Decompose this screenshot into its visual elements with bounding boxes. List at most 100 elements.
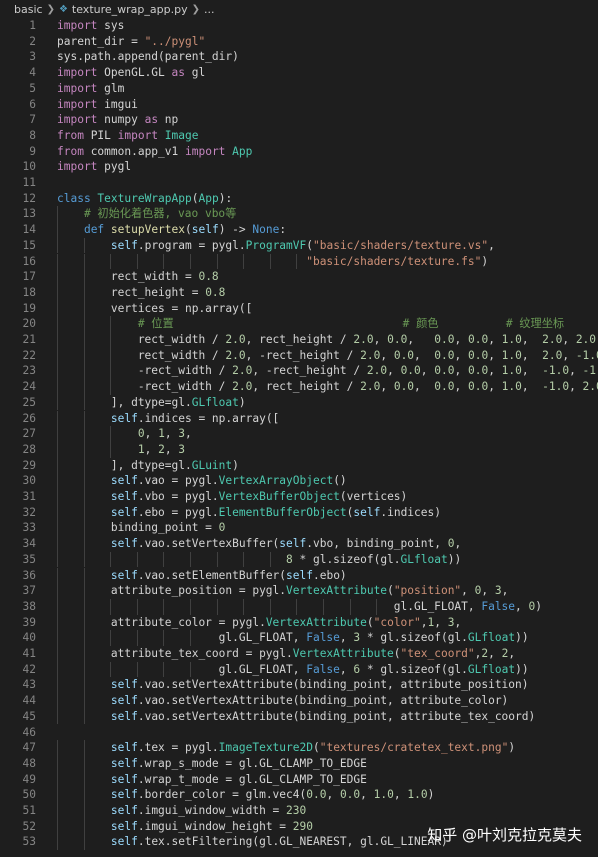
code-token: ,	[144, 427, 159, 441]
code-line[interactable]: 45 self.vao.setVertexAttribute(binding_p…	[0, 708, 598, 725]
code-token: App	[225, 144, 253, 158]
code-line[interactable]: 37 attribute_position = pygl.VertexAttri…	[0, 583, 598, 599]
code-line[interactable]: 24 -rect_width / 2.0, rect_height / 2.0,…	[0, 379, 598, 395]
code-line[interactable]: 46	[0, 725, 598, 741]
code-line[interactable]: 18 rect_height = 0.8	[0, 284, 598, 301]
code-line[interactable]: 29 ], dtype=gl.GLuint)	[0, 457, 598, 474]
code-token: (	[306, 238, 313, 252]
code-token: 2.0	[542, 348, 563, 362]
code-token: self	[110, 694, 138, 708]
code-token: TextureWrapApp	[90, 191, 192, 205]
code-line[interactable]: 6 import imgui	[0, 97, 598, 113]
line-number: 33	[22, 521, 36, 535]
code-token: ,	[521, 380, 543, 394]
code-line[interactable]: 13 # 初始化着色器, vao vbo等	[0, 206, 598, 223]
code-line[interactable]: 27 0, 1, 3,	[0, 426, 598, 442]
code-line[interactable]: 31 self.vbo = pygl.VertexBufferObject(ve…	[0, 489, 598, 505]
code-text: self.tex.setFiltering(gl.GL_NEAREST, gl.…	[57, 834, 448, 850]
code-line[interactable]: 51 self.imgui_window_width = 230	[0, 803, 598, 819]
code-text: "basic/shaders/texture.fs")	[57, 254, 488, 270]
code-token: 3	[494, 584, 502, 598]
code-editor[interactable]: 1 import sys 2 parent_dir = "../pygl" 3 sys.p…	[0, 18, 598, 857]
code-line[interactable]: 42 gl.GL_FLOAT, False, 6 * gl.sizeof(gl.…	[0, 661, 598, 678]
code-line[interactable]: 39 attribute_color = pygl.VertexAttribut…	[0, 614, 598, 631]
code-line[interactable]: 44 self.vao.setVertexAttribute(binding_p…	[0, 693, 598, 709]
code-token: ()	[333, 474, 347, 488]
code-token: )	[481, 254, 489, 268]
code-token: 0.0	[434, 380, 455, 394]
code-line[interactable]: 36 self.vao.setElementBuffer(self.ebo)	[0, 567, 598, 584]
code-line[interactable]: 21 rect_width / 2.0, rect_height / 2.0, …	[0, 332, 598, 348]
code-token: -1.0	[582, 364, 598, 378]
code-line[interactable]: 26 self.indices = np.array([	[0, 410, 598, 427]
breadcrumb-symbol[interactable]: ...	[204, 3, 215, 16]
code-token: 1.0	[501, 380, 522, 394]
code-token: ], dtype=gl.	[57, 458, 192, 472]
code-token: 2.0	[542, 333, 563, 346]
code-line[interactable]: 28 1, 2, 3	[0, 441, 598, 458]
code-line[interactable]: 38 gl.GL_FLOAT, False, 0)	[0, 598, 598, 615]
breadcrumb-file[interactable]: texture_wrap_app.py	[72, 3, 188, 16]
code-line[interactable]: 40 gl.GL_FLOAT, False, 3 * gl.sizeof(gl.…	[0, 630, 598, 646]
code-line[interactable]: 15 self.program = pygl.ProgramVF("basic/…	[0, 237, 598, 254]
code-line[interactable]: 23 -rect_width / 2.0, -rect_height / 2.0…	[0, 363, 598, 380]
code-token: ,	[185, 427, 192, 441]
code-line[interactable]: 43 self.vao.setVertexAttribute(binding_p…	[0, 677, 598, 694]
code-token: .tex.setFiltering(gl.GL_NEAREST, gl.GL_L…	[137, 835, 448, 849]
code-token: 0.0	[306, 788, 327, 802]
code-line[interactable]: 49 self.wrap_t_mode = gl.GL_CLAMP_TO_EDG…	[0, 771, 598, 788]
code-line[interactable]: 48 self.wrap_s_mode = gl.GL_CLAMP_TO_EDG…	[0, 755, 598, 772]
code-line[interactable]: 17 rect_width = 0.8	[0, 269, 598, 285]
code-token: gl.GL_FLOAT,	[57, 631, 307, 645]
code-line[interactable]: 16 "basic/shaders/texture.fs")	[0, 253, 598, 270]
code-token: self	[110, 756, 138, 770]
code-line[interactable]: 47 self.tex = pygl.ImageTexture2D("textu…	[0, 740, 598, 756]
code-token: 2.0	[366, 364, 388, 378]
code-token: 2.0	[353, 333, 374, 346]
breadcrumb-folder[interactable]: basic	[14, 3, 43, 16]
code-text: self.imgui_window_height = 290	[57, 819, 313, 835]
line-number: 32	[22, 505, 36, 519]
code-line[interactable]: 30 self.vao = pygl.VertexArrayObject()	[0, 473, 598, 489]
code-line[interactable]: 32 self.ebo = pygl.ElementBufferObject(s…	[0, 504, 598, 521]
code-line[interactable]: 25 ], dtype=gl.GLfloat)	[0, 394, 598, 411]
code-token: .indices = np.array([	[137, 411, 280, 425]
code-token: "textures/cratetex_text.png"	[319, 741, 509, 755]
code-token: ,	[488, 647, 502, 660]
code-token: self	[110, 505, 138, 519]
code-line[interactable]: 7 import numpy as np	[0, 112, 598, 128]
code-line[interactable]: 5 import glm	[0, 81, 598, 97]
code-line[interactable]: 20 # 位置 # 颜色 # 纹理坐标	[0, 316, 598, 332]
code-token: self	[110, 537, 138, 551]
code-line[interactable]: 33 binding_point = 0	[0, 520, 598, 537]
code-text: parent_dir = "../pygl"	[57, 34, 205, 50]
code-line[interactable]: 9 from common.app_v1 import App	[0, 144, 598, 160]
code-token: .vao.setVertexBuffer(	[137, 537, 280, 551]
code-line[interactable]: 35 8 * gl.sizeof(gl.GLfloat))	[0, 551, 598, 568]
code-token: import	[57, 66, 98, 80]
code-line[interactable]: 3 sys.path.append(parent_dir)	[0, 49, 598, 65]
code-line[interactable]: 11	[0, 175, 598, 191]
code-text: self.vao = pygl.VertexArrayObject()	[57, 473, 347, 489]
code-token: ProgramVF	[245, 238, 307, 252]
code-line[interactable]: 8 from PIL import Image	[0, 128, 598, 144]
line-number: 21	[22, 333, 36, 346]
code-line[interactable]: 12 class TextureWrapApp(App):	[0, 191, 598, 207]
code-line[interactable]: 2 parent_dir = "../pygl"	[0, 34, 598, 50]
code-line[interactable]: 41 attribute_tex_coord = pygl.VertexAttr…	[0, 646, 598, 662]
code-line[interactable]: 22 rect_width / 2.0, -rect_height / 2.0,…	[0, 347, 598, 364]
code-line[interactable]: 34 self.vao.setVertexBuffer(self.vbo, bi…	[0, 536, 598, 552]
code-line[interactable]: 1 import sys	[0, 18, 598, 34]
code-token: 0.0	[387, 333, 408, 346]
code-line[interactable]: 50 self.border_color = glm.vec4(0.0, 0.0…	[0, 787, 598, 803]
line-number: 5	[29, 81, 36, 95]
code-text: self.vao.setVertexAttribute(binding_poin…	[57, 693, 508, 709]
code-line[interactable]: 14 def setupVertex(self) -> None:	[0, 222, 598, 238]
code-line[interactable]: 19 vertices = np.array([	[0, 300, 598, 317]
code-line[interactable]: 4 import OpenGL.GL as gl	[0, 65, 598, 81]
code-token: import	[57, 81, 98, 95]
code-line[interactable]: 10 import pygl	[0, 159, 598, 175]
